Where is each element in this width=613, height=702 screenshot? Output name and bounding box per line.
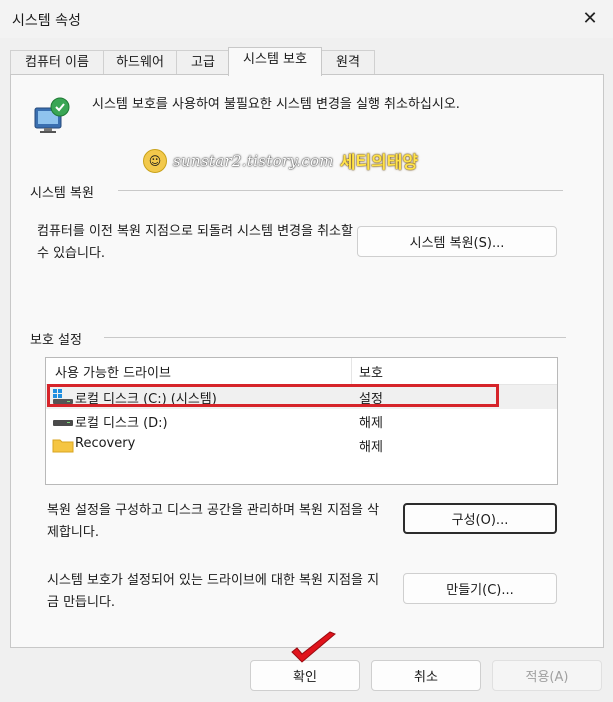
column-header-drive[interactable]: 사용 가능한 드라이브 — [55, 362, 171, 381]
restore-description: 컴퓨터를 이전 복원 지점으로 되돌려 시스템 변경을 취소할 수 있습니다. — [37, 224, 353, 261]
title-bar: 시스템 속성 ✕ — [0, 0, 613, 38]
system-restore-button[interactable]: 시스템 복원(S)... — [357, 226, 557, 257]
tab-advanced[interactable]: 고급 — [176, 50, 230, 75]
apply-button[interactable]: 적용(A) — [492, 660, 602, 691]
configure-button[interactable]: 구성(O)... — [403, 503, 557, 534]
list-item[interactable]: 로컬 디스크 (D:) 해제 — [46, 409, 557, 433]
tab-system-protection[interactable]: 시스템 보호 — [228, 47, 322, 76]
intro-text: 시스템 보호를 사용하여 불필요한 시스템 변경을 실행 취소하십시오. — [92, 97, 460, 112]
drive-name: Recovery — [75, 436, 136, 451]
cancel-button[interactable]: 취소 — [371, 660, 481, 691]
smiley-icon: ☺ — [143, 148, 167, 173]
create-description: 시스템 보호가 설정되어 있는 드라이브에 대한 복원 지점을 지금 만듭니다. — [47, 573, 380, 610]
watermark-url: sunstar2.tistory.com — [173, 151, 334, 170]
folder-icon — [52, 439, 74, 453]
system-protection-icon — [34, 97, 70, 133]
drive-icon — [53, 420, 73, 426]
tab-computer-name[interactable]: 컴퓨터 이름 — [10, 50, 104, 75]
create-button[interactable]: 만들기(C)... — [403, 573, 557, 604]
drive-name: 로컬 디스크 (D:) — [75, 416, 168, 431]
section-title-restore: 시스템 복원 — [30, 186, 94, 201]
drive-list[interactable]: 사용 가능한 드라이브 보호 로컬 디스크 (C:) (시스템) 설정 로컬 디… — [45, 357, 558, 485]
column-divider — [351, 358, 352, 384]
window-title: 시스템 속성 — [12, 13, 81, 29]
highlight-box — [47, 384, 499, 407]
list-item[interactable]: Recovery 해제 — [46, 433, 557, 457]
configure-description: 복원 설정을 구성하고 디스크 공간을 관리하며 복원 지점을 삭제합니다. — [47, 503, 380, 540]
watermark-name: 세티의태양 — [339, 153, 419, 173]
checkmark-icon — [291, 631, 336, 663]
section-divider — [118, 190, 563, 191]
section-title-protection: 보호 설정 — [30, 333, 82, 348]
column-header-protection[interactable]: 보호 — [359, 362, 383, 381]
list-header: 사용 가능한 드라이브 보호 — [46, 358, 557, 385]
close-icon: ✕ — [582, 7, 598, 29]
close-button[interactable]: ✕ — [567, 0, 613, 36]
watermark: ☺ sunstar2.tistory.com 세티의태양 — [143, 148, 418, 173]
drive-protection-status: 해제 — [359, 440, 383, 455]
tab-remote[interactable]: 원격 — [321, 50, 375, 75]
drive-protection-status: 해제 — [359, 416, 383, 431]
tab-hardware[interactable]: 하드웨어 — [103, 50, 177, 75]
section-divider — [104, 337, 566, 338]
